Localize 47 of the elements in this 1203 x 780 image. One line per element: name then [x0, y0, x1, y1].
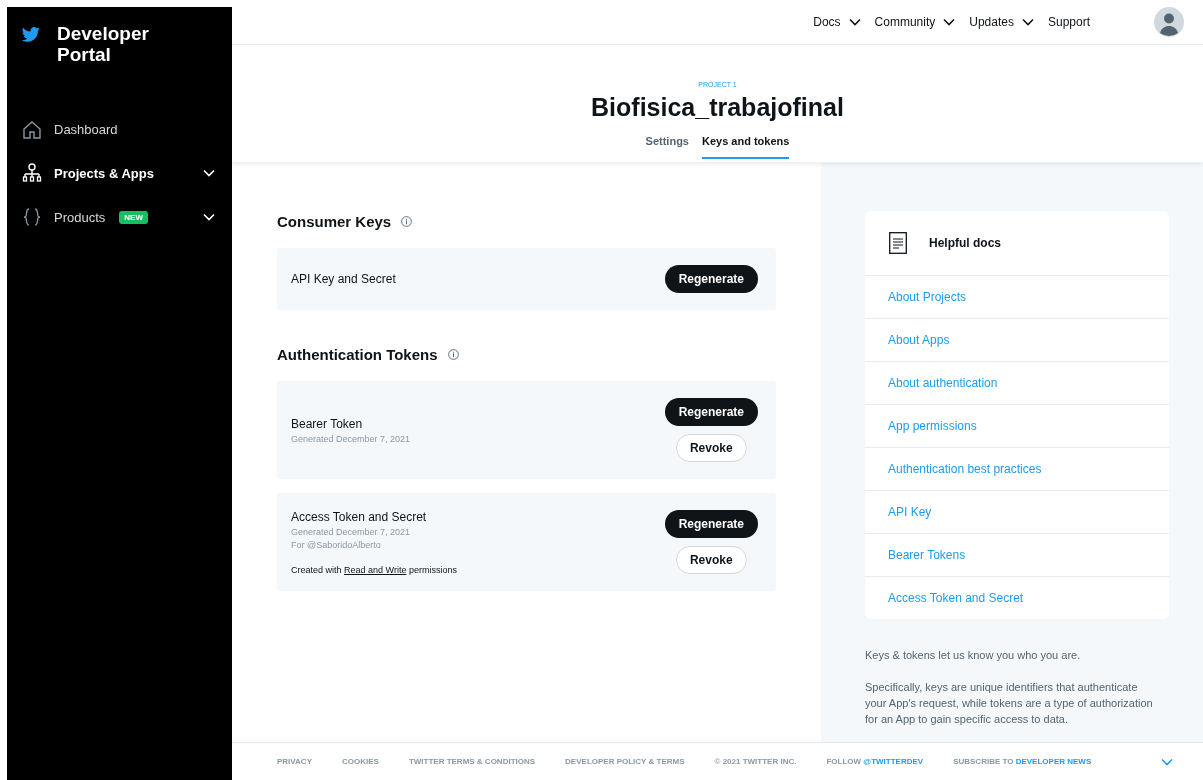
- nav-link[interactable]: Updates: [969, 15, 1034, 29]
- project-title: Biofisica_trabajofinal: [591, 93, 844, 121]
- card-title: Access Token and Secret: [291, 509, 428, 524]
- sidebar-item-label: Products: [54, 209, 106, 225]
- permissions-link[interactable]: Read and Write: [344, 564, 407, 575]
- sidebar-item[interactable]: Dashboard: [7, 107, 232, 151]
- sidebar-item-label: Projects & Apps: [54, 165, 154, 181]
- section-title: Consumer Keys: [277, 213, 392, 230]
- sidebar-item[interactable]: Products NEW: [7, 195, 232, 239]
- portal-title: Developer Portal: [57, 23, 150, 65]
- description-text: Keys & tokens let us know you who you are.: [865, 648, 1082, 663]
- bird-icon: [22, 27, 40, 42]
- info-icon: [447, 349, 459, 360]
- revoke-button[interactable]: Revoke: [675, 546, 747, 574]
- card-detail: Generated December 7, 2021: [291, 526, 412, 537]
- tab[interactable]: Keys and tokens: [702, 131, 790, 159]
- regenerate-button[interactable]: Regenerate: [664, 398, 758, 426]
- nav-link[interactable]: Community: [874, 15, 956, 29]
- braces-icon: [22, 207, 42, 227]
- new-badge: NEW: [119, 210, 148, 224]
- regenerate-button[interactable]: Regenerate: [664, 510, 758, 538]
- chevron-down-icon: [848, 18, 861, 26]
- chevron-down-icon: [1161, 757, 1173, 766]
- avatar-icon: [1154, 7, 1184, 37]
- card-title: API Key and Secret: [291, 272, 397, 286]
- document-icon: [889, 232, 907, 254]
- regenerate-button[interactable]: Regenerate: [664, 265, 758, 293]
- hierarchy-icon: [22, 163, 42, 183]
- chevron-down-icon: [943, 18, 956, 26]
- sidebar-item[interactable]: Projects & Apps: [7, 151, 232, 195]
- chevron-down-icon: [203, 169, 215, 177]
- card-detail: Generated December 7, 2021: [291, 433, 412, 444]
- card-title: Bearer Token: [291, 416, 364, 431]
- info-icon: [401, 216, 413, 227]
- section-title: Authentication Tokens: [277, 346, 438, 363]
- home-icon: [22, 119, 42, 139]
- nav-link[interactable]: Support: [1047, 15, 1090, 29]
- revoke-button[interactable]: Revoke: [675, 434, 747, 462]
- chevron-down-icon: [203, 213, 215, 221]
- description-text: Specifically, keys are unique identifiers that authenticate your App's request, while tokens are a type of authorization for an App to gain specific access to data.: [865, 680, 1154, 727]
- docs-title: Helpful docs: [929, 236, 1001, 250]
- card-detail: For @SaboridoAlberto: [291, 539, 382, 550]
- nav-link[interactable]: Docs: [813, 15, 861, 29]
- tab[interactable]: Settings: [645, 131, 689, 159]
- sidebar-item-label: Dashboard: [54, 121, 118, 137]
- chevron-down-icon: [1021, 18, 1034, 26]
- permissions-note: Created with Read and Write permissions: [291, 564, 458, 575]
